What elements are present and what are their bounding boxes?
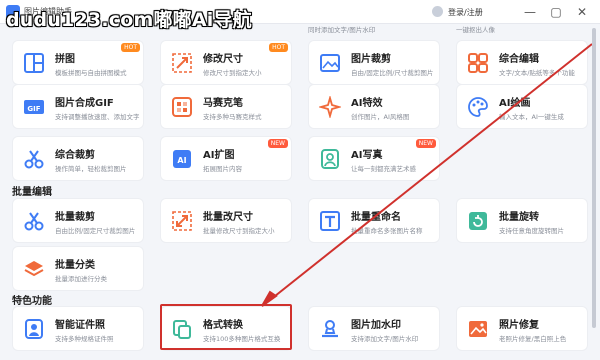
tool-card-resize[interactable]: 修改尺寸 修改尺寸到指定大小 HOT [160, 40, 292, 85]
tool-card-id-photo[interactable]: 智能证件照 支持多种规格证件照 [12, 306, 144, 351]
layers-icon [22, 257, 46, 281]
tool-desc: 批量修改尺寸到指定大小 [203, 227, 275, 235]
tool-title: 综合编辑 [499, 54, 539, 65]
tool-desc: 文字/文本/贴纸等多个功能 [499, 69, 575, 77]
batch-resize-icon [170, 209, 194, 233]
tool-title: AI绘画 [499, 98, 531, 109]
composite-grid-icon [466, 51, 490, 75]
tool-desc: 自由/固定比例/尺寸裁剪图片 [351, 69, 434, 77]
section-title-batch: 批量编辑 [12, 187, 52, 198]
mosaic-pen-icon [170, 95, 194, 119]
tool-title: 照片修复 [499, 320, 539, 331]
tool-desc: 创作图片，AI风格图 [351, 113, 410, 121]
tool-desc: 输入文本，AI一键生成 [499, 113, 564, 121]
svg-text:AI: AI [177, 156, 186, 165]
tool-desc: 支持多种马赛克样式 [203, 113, 262, 121]
cut-desc-4: 一键抠出人像 [456, 26, 495, 34]
tool-card-watermark[interactable]: 图片加水印 支持添加文字/图片水印 [308, 306, 440, 351]
tool-desc: 批量添加进行分类 [55, 275, 107, 283]
login-register-link[interactable]: 登录/注册 [448, 7, 483, 18]
tool-title: 智能证件照 [55, 320, 105, 331]
tool-card-batch-rename[interactable]: 批量重命名 批量重命名多张图片名称 [308, 198, 440, 243]
tool-desc: 让每一刻都充满艺术感 [351, 165, 416, 173]
puzzle-grid-icon [22, 51, 46, 75]
tool-title: 批量分类 [55, 260, 95, 271]
gif-icon: GIF [22, 95, 46, 119]
maximize-button[interactable]: ▢ [546, 2, 566, 22]
tool-title: 批量旋转 [499, 212, 539, 223]
photo-repair-icon [466, 317, 490, 341]
rotate-icon [466, 209, 490, 233]
tool-card-mosaic[interactable]: 马赛克笔 支持多种马赛克样式 [160, 84, 292, 129]
tool-desc: 老照片修复/黑白照上色 [499, 335, 567, 343]
tool-card-pintu[interactable]: 拼图 模板拼图与自由拼图模式 HOT [12, 40, 144, 85]
palette-icon [466, 95, 490, 119]
sparkle-icon [318, 95, 342, 119]
tool-card-repair[interactable]: 照片修复 老照片修复/黑白照上色 [456, 306, 588, 351]
tool-title: 图片合成GIF [55, 98, 114, 109]
tool-card-gif[interactable]: GIF 图片合成GIF 支持调整播放速度、添加文字 [12, 84, 144, 129]
stamp-icon [318, 317, 342, 341]
tool-desc: 支持任意角度旋转图片 [499, 227, 564, 235]
tool-title: 图片裁剪 [351, 54, 391, 65]
tool-card-comp-cut[interactable]: 综合裁剪 操作简单，轻松裁剪图片 [12, 136, 144, 181]
tool-desc: 自由比例/固定尺寸裁剪图片 [55, 227, 136, 235]
tool-card-batch-rotate[interactable]: 批量旋转 支持任意角度旋转图片 [456, 198, 588, 243]
tool-title: 综合裁剪 [55, 150, 95, 161]
svg-text:GIF: GIF [27, 105, 40, 113]
tool-title: 批量改尺寸 [203, 212, 253, 223]
tool-title: 批量裁剪 [55, 212, 95, 223]
portrait-frame-icon [318, 147, 342, 171]
hot-badge: HOT [269, 43, 288, 52]
tool-card-composite[interactable]: 综合编辑 文字/文本/贴纸等多个功能 [456, 40, 588, 85]
tool-title: 批量重命名 [351, 212, 401, 223]
tool-card-batch-resize[interactable]: 批量改尺寸 批量修改尺寸到指定大小 [160, 198, 292, 243]
tool-desc: 拓展图片内容 [203, 165, 242, 173]
tool-card-ai-portrait[interactable]: AI写真 让每一刻都充满艺术感 NEW [308, 136, 440, 181]
section-title-special: 特色功能 [12, 296, 52, 307]
new-badge: NEW [267, 139, 288, 148]
hot-badge: HOT [121, 43, 140, 52]
tool-card-ai-effect[interactable]: AI特效 创作图片，AI风格图 [308, 84, 440, 129]
tool-desc: 模板拼图与自由拼图模式 [55, 69, 127, 77]
cut-desc-3: 同时添加文字/图片水印 [308, 26, 376, 34]
tool-desc: 支持调整播放速度、添加文字 [55, 113, 140, 121]
crop-image-icon [318, 51, 342, 75]
tool-title: AI特效 [351, 98, 383, 109]
scrollbar[interactable] [592, 28, 596, 328]
tool-title: AI扩图 [203, 150, 235, 161]
tool-title: 图片加水印 [351, 320, 401, 331]
text-t-icon [318, 209, 342, 233]
tool-title: 拼图 [55, 54, 75, 65]
id-photo-icon [22, 317, 46, 341]
tool-desc: 操作简单，轻松裁剪图片 [55, 165, 127, 173]
tool-desc: 支持添加文字/图片水印 [351, 335, 419, 343]
tool-card-batch-classify[interactable]: 批量分类 批量添加进行分类 [12, 246, 144, 291]
highlight-box [160, 304, 292, 350]
tool-card-batch-crop[interactable]: 批量裁剪 自由比例/固定尺寸裁剪图片 [12, 198, 144, 243]
tool-card-ai-expand[interactable]: AI AI扩图 拓展图片内容 NEW [160, 136, 292, 181]
tool-title: 修改尺寸 [203, 54, 243, 65]
scissors-icon [22, 147, 46, 171]
user-avatar-icon[interactable] [432, 6, 443, 17]
tool-card-crop[interactable]: 图片裁剪 自由/固定比例/尺寸裁剪图片 [308, 40, 440, 85]
new-badge: NEW [415, 139, 436, 148]
resize-arrows-icon [170, 51, 194, 75]
tool-desc: 批量重命名多张图片名称 [351, 227, 423, 235]
batch-scissors-icon [22, 209, 46, 233]
tool-card-ai-paint[interactable]: AI绘画 输入文本，AI一键生成 [456, 84, 588, 129]
tool-title: 马赛克笔 [203, 98, 243, 109]
watermark-text: dudu123.com嘟嘟Ai导航 [6, 9, 252, 31]
tool-title: AI写真 [351, 150, 383, 161]
title-bar: 图片编辑助手 dudu123.com嘟嘟Ai导航 登录/注册 — ▢ ✕ [0, 0, 600, 31]
tool-desc: 支持多种规格证件照 [55, 335, 114, 343]
close-button[interactable]: ✕ [572, 2, 592, 22]
minimize-button[interactable]: — [520, 2, 540, 22]
tool-desc: 修改尺寸到指定大小 [203, 69, 262, 77]
expand-image-icon: AI [170, 147, 194, 171]
